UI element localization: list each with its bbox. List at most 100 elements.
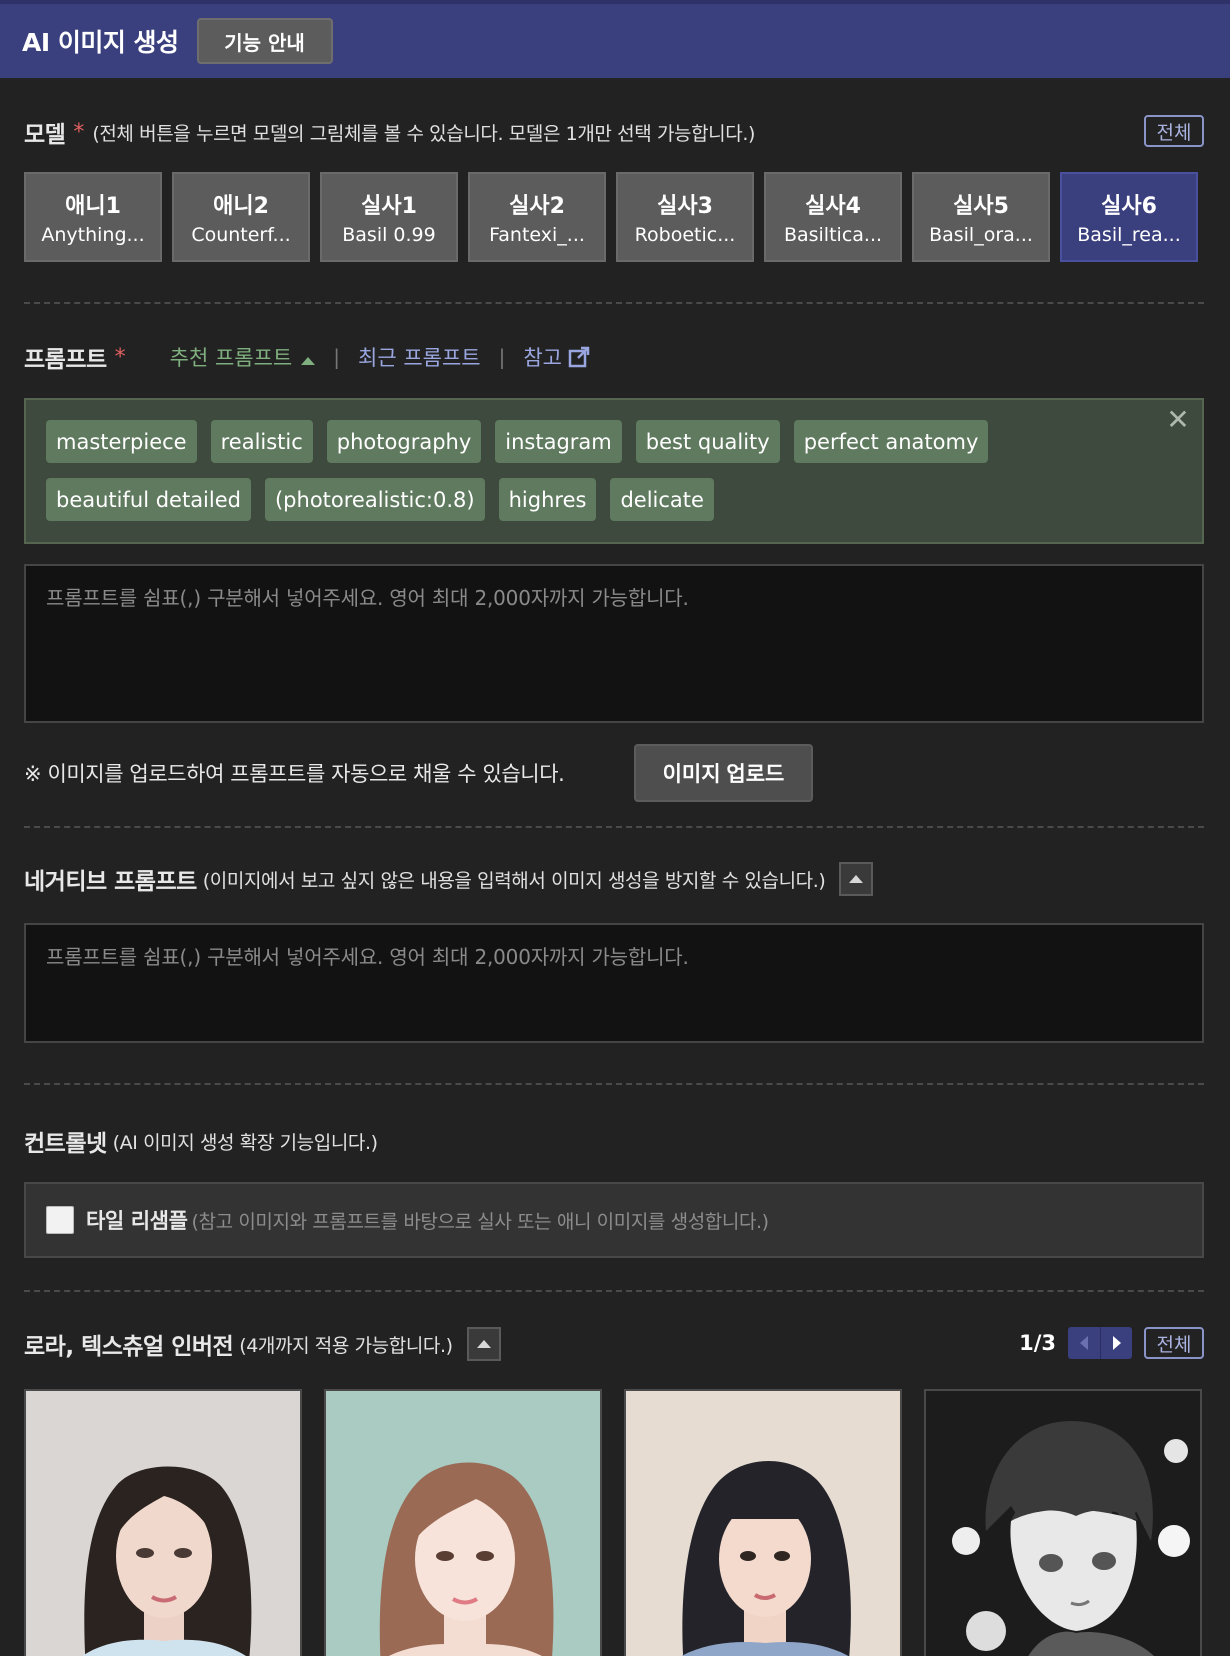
model-card-real1[interactable]: 실사1 Basil 0.99 [320,172,458,262]
model-version: Basil 0.99 [342,224,436,246]
model-name: 실사3 [657,194,713,219]
prompt-input[interactable]: 프롬프트를 쉼표(,) 구분해서 넣어주세요. 영어 최대 2,000자까지 가… [24,564,1204,723]
app-header: AI 이미지 생성 기능 안내 [0,0,1230,78]
prompt-label: 프롬프트 [24,347,107,373]
model-card-real5[interactable]: 실사5 Basil_ora... [912,172,1050,262]
model-version: Anything... [41,224,145,246]
model-name: 실사6 [1101,194,1157,219]
page-arrows [1068,1327,1132,1359]
prompt-tag[interactable]: best quality [635,420,780,463]
prompt-tag[interactable]: instagram [495,420,622,463]
prompt-section-header: 프롬프트 * 추천 프롬프트 | 최근 프롬프트 | 참고 [24,340,590,374]
tile-resample-checkbox[interactable] [46,1206,74,1234]
model-card-ani2[interactable]: 애니2 Counterf... [172,172,310,262]
model-card-real3[interactable]: 실사3 Roboetic... [616,172,754,262]
model-name: 실사2 [509,194,565,219]
model-all-button[interactable]: 전체 [1144,115,1204,147]
lora-label: 로라, 텍스츄얼 인버전 [24,1334,234,1360]
model-card-real2[interactable]: 실사2 Fantexi_... [468,172,606,262]
lora-header: 로라, 텍스츄얼 인버전 (4개까지 적용 가능합니다.) [24,1327,501,1361]
model-version: Roboetic... [634,224,736,246]
prompt-placeholder: 프롬프트를 쉼표(,) 구분해서 넣어주세요. 영어 최대 2,000자까지 가… [46,586,689,610]
reference-label: 참고 [523,346,562,370]
separator: | [333,345,340,369]
anime-thumbnail [926,1391,1200,1656]
section-divider [24,1083,1204,1085]
required-mark: * [114,344,126,370]
negative-prompt-label: 네거티브 프롬프트 [24,869,197,895]
model-name: 실사4 [805,194,861,219]
tag-list: masterpiece realistic photography instag… [46,420,1126,521]
tile-resample-label[interactable]: 타일 리샘플 [86,1205,188,1235]
upload-note: ※ 이미지를 업로드하여 프롬프트를 자동으로 채울 수 있습니다. [24,762,565,786]
model-card-real6-selected[interactable]: 실사6 Basil_rea... [1060,172,1198,262]
recommended-tags-panel: masterpiece realistic photography instag… [24,398,1204,544]
model-version: Fantexi_... [489,224,585,246]
prompt-tag[interactable]: beautiful detailed [46,478,251,521]
model-version: Basil_ora... [929,224,1033,246]
portrait-thumbnail [326,1391,600,1656]
model-card-ani1[interactable]: 애니1 Anything... [24,172,162,262]
model-name: 애니2 [213,194,269,219]
negative-prompt-description: (이미지에서 보고 싶지 않은 내용을 입력해서 이미지 생성을 방지할 수 있… [202,869,826,892]
model-card-real4[interactable]: 실사4 Basiltica... [764,172,902,262]
negative-prompt-header: 네거티브 프롬프트 (이미지에서 보고 싶지 않은 내용을 입력해서 이미지 생… [24,862,874,896]
lora-card-1[interactable] [24,1389,302,1656]
model-section-header: 모델 * (전체 버튼을 누르면 모델의 그림체를 볼 수 있습니다. 모델은 … [24,115,755,149]
portrait-thumbnail [626,1391,900,1656]
prompt-tag[interactable]: realistic [210,420,313,463]
page-title: AI 이미지 생성 [22,28,179,57]
lora-description: (4개까지 적용 가능합니다.) [239,1334,453,1357]
collapse-toggle-button[interactable] [839,862,874,896]
recent-prompt-link[interactable]: 최근 프롬프트 [358,342,481,372]
close-icon[interactable]: ✕ [1164,406,1192,434]
feature-guide-button[interactable]: 기능 안내 [196,18,333,64]
prompt-tag[interactable]: masterpiece [46,420,197,463]
negative-prompt-placeholder: 프롬프트를 쉼표(,) 구분해서 넣어주세요. 영어 최대 2,000자까지 가… [46,945,689,969]
page-indicator: 1/3 [1019,1331,1056,1355]
arrow-right-icon [1112,1336,1121,1350]
lora-pager: 1/3 전체 [1019,1327,1204,1359]
model-description: (전체 버튼을 누르면 모델의 그림체를 볼 수 있습니다. 모델은 1개만 선… [92,122,755,145]
prompt-tag[interactable]: (photorealistic:0.8) [264,478,485,521]
section-divider [24,826,1204,828]
collapse-toggle-button[interactable] [466,1327,501,1361]
lora-all-button[interactable]: 전체 [1144,1327,1204,1359]
arrow-left-icon [1080,1336,1088,1350]
separator: | [498,345,506,369]
model-list: 애니1 Anything... 애니2 Counterf... 실사1 Basi… [24,172,1198,262]
lora-card-2[interactable] [324,1389,602,1656]
section-divider [24,302,1204,304]
model-name: 애니1 [65,194,121,219]
lora-grid [24,1389,1202,1656]
triangle-up-icon [849,875,864,883]
prompt-tag[interactable]: photography [326,420,482,463]
model-label: 모델 [24,122,66,148]
prompt-tag[interactable]: delicate [610,478,714,521]
controlnet-header: 컨트롤넷 (AI 이미지 생성 확장 기능입니다.) [24,1124,378,1158]
model-version: Counterf... [191,224,291,246]
controlnet-description: (AI 이미지 생성 확장 기능입니다.) [112,1131,378,1154]
prev-page-button[interactable] [1068,1327,1100,1359]
reference-link[interactable]: 참고 [523,342,590,372]
negative-prompt-input[interactable]: 프롬프트를 쉼표(,) 구분해서 넣어주세요. 영어 최대 2,000자까지 가… [24,923,1204,1043]
required-mark: * [73,119,85,145]
tile-resample-option: 타일 리샘플 (참고 이미지와 프롬프트를 바탕으로 실사 또는 애니 이미지를… [24,1182,1204,1258]
triangle-up-icon [476,1340,491,1348]
section-divider [24,1290,1204,1292]
controlnet-label: 컨트롤넷 [24,1131,107,1157]
model-version: Basiltica... [783,224,883,246]
recommended-prompt-link[interactable]: 추천 프롬프트 [170,342,316,372]
lora-card-3[interactable] [624,1389,902,1656]
next-page-button[interactable] [1100,1327,1132,1359]
model-name: 실사1 [361,194,417,219]
lora-card-4[interactable] [924,1389,1202,1656]
recommended-prompt-label: 추천 프롬프트 [169,346,293,370]
tile-resample-description: (참고 이미지와 프롬프트를 바탕으로 실사 또는 애니 이미지를 생성합니다.… [191,1210,770,1233]
image-upload-button[interactable]: 이미지 업로드 [634,744,813,802]
external-link-icon [568,346,590,368]
caret-up-icon [301,356,316,365]
model-version: Basil_rea... [1077,224,1181,246]
prompt-tag[interactable]: perfect anatomy [793,420,989,463]
prompt-tag[interactable]: highres [498,478,597,521]
